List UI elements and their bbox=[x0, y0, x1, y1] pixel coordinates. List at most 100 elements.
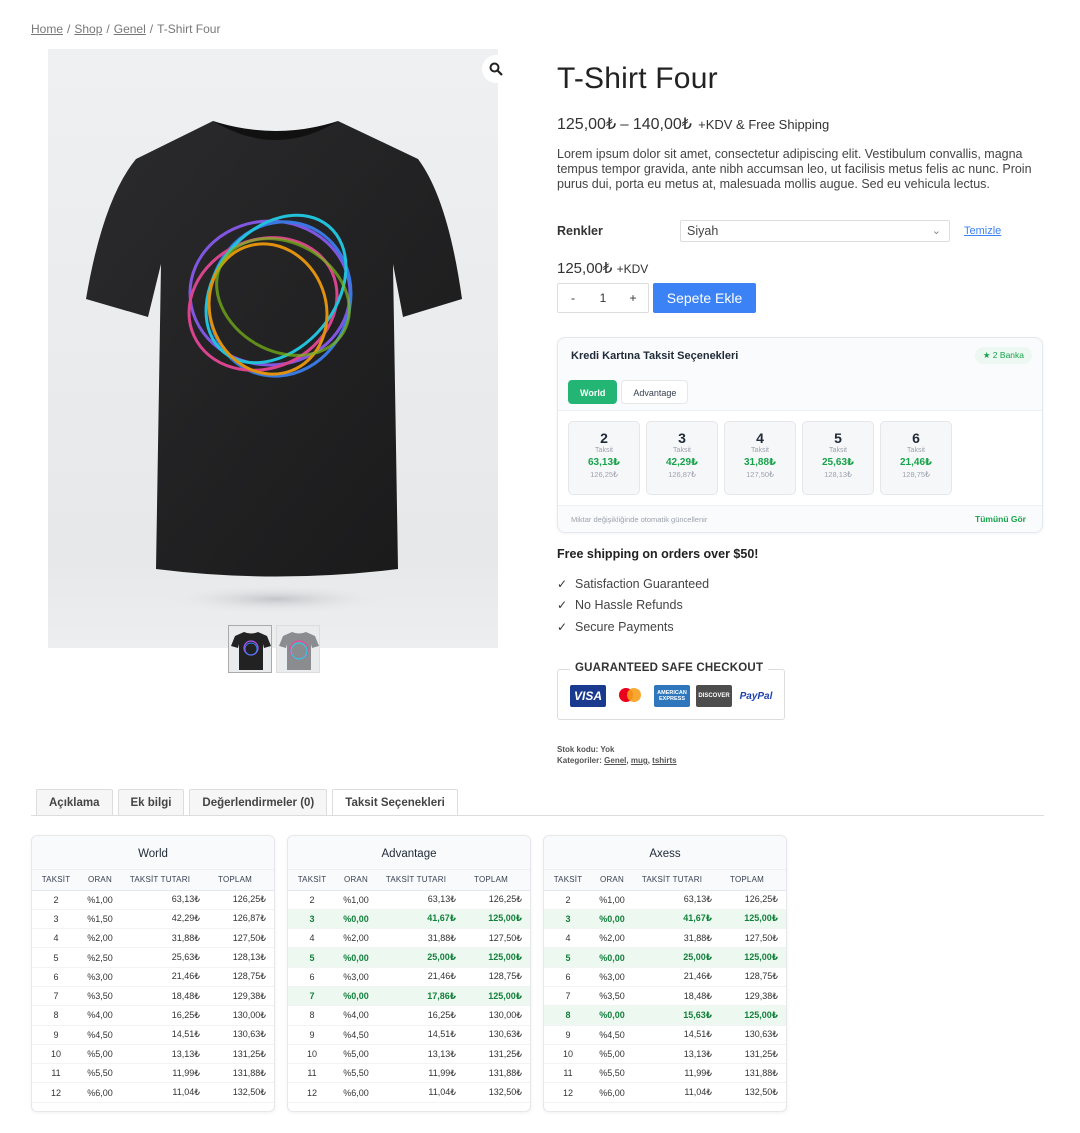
table-cell: 7 bbox=[32, 986, 80, 1007]
table-row: 11 %5,50 11,99₺ 131,88₺ bbox=[544, 1063, 786, 1084]
table-row: 10 %5,00 13,13₺ 131,25₺ bbox=[32, 1044, 274, 1065]
table-cell: %4,00 bbox=[336, 1005, 376, 1026]
chevron-down-icon: ⌄ bbox=[931, 225, 941, 237]
table-cell: %4,50 bbox=[336, 1025, 376, 1045]
table-cell: 13,13₺ bbox=[632, 1044, 716, 1065]
breadcrumb-genel-link[interactable]: Genel bbox=[114, 22, 146, 36]
breadcrumb: Home / Shop / Genel / T-Shirt Four bbox=[31, 22, 220, 36]
table-cell: 2 bbox=[288, 890, 336, 910]
table-row: 9 %4,50 14,51₺ 130,63₺ bbox=[544, 1025, 786, 1045]
installment-table: TAKSİT ORAN TAKSİT TUTARI TOPLAM 2 %1,00 63,13… bbox=[32, 870, 274, 1103]
product-tabs: Açıklama Ek bilgi Değerlendirmeler (0) T… bbox=[36, 789, 458, 816]
installment-card[interactable]: 6 Taksit 21,46₺ 128,75₺ bbox=[880, 421, 952, 495]
table-cell: 126,87₺ bbox=[204, 909, 274, 930]
table-cell: 130,00₺ bbox=[204, 1005, 274, 1026]
installment-total-amount: 127,50₺ bbox=[746, 470, 774, 479]
category-link-genel[interactable]: Genel bbox=[604, 756, 626, 765]
breadcrumb-home-link[interactable]: Home bbox=[31, 22, 63, 36]
see-all-link[interactable]: Tümünü Gör bbox=[975, 514, 1026, 524]
table-cell: %0,00 bbox=[336, 986, 376, 1007]
table-cell: 21,46₺ bbox=[120, 967, 204, 987]
quantity-minus-button[interactable]: - bbox=[558, 291, 588, 305]
table-cell: %2,00 bbox=[336, 928, 376, 949]
category-link-mug[interactable]: mug bbox=[631, 756, 648, 765]
table-cell: 126,25₺ bbox=[716, 890, 786, 910]
color-select[interactable]: Siyah ⌄ bbox=[680, 220, 950, 242]
table-cell: %3,00 bbox=[80, 967, 120, 987]
installment-unit-label: Taksit bbox=[595, 447, 613, 454]
table-cell: 125,00₺ bbox=[716, 909, 786, 930]
table-header: TAKSİT bbox=[32, 870, 80, 891]
tab-reviews[interactable]: Değerlendirmeler (0) bbox=[189, 789, 328, 815]
table-row: 5 %0,00 25,00₺ 125,00₺ bbox=[288, 947, 530, 968]
table-cell: 3 bbox=[32, 909, 80, 930]
installment-card[interactable]: 4 Taksit 31,88₺ 127,50₺ bbox=[724, 421, 796, 495]
installment-card[interactable]: 5 Taksit 25,63₺ 128,13₺ bbox=[802, 421, 874, 495]
table-row: 11 %5,50 11,99₺ 131,88₺ bbox=[32, 1063, 274, 1084]
table-cell: %0,00 bbox=[592, 1005, 632, 1026]
table-cell: 128,75₺ bbox=[716, 967, 786, 987]
tab-installments[interactable]: Taksit Seçenekleri bbox=[332, 789, 458, 816]
categories-line: Kategoriler: Genel, mug, tshirts bbox=[557, 756, 677, 765]
table-cell: 125,00₺ bbox=[460, 986, 530, 1007]
table-header: TAKSİT bbox=[544, 870, 592, 891]
product-main-image[interactable] bbox=[48, 49, 498, 648]
tab-description[interactable]: Açıklama bbox=[36, 789, 113, 815]
table-cell: 16,25₺ bbox=[376, 1005, 460, 1026]
table-row: 7 %3,50 18,48₺ 129,38₺ bbox=[544, 986, 786, 1007]
feature-item: ✓ Secure Payments bbox=[557, 620, 674, 634]
add-to-cart-button[interactable]: Sepete Ekle bbox=[653, 283, 756, 313]
quantity-input[interactable]: 1 bbox=[588, 291, 618, 305]
table-cell: 127,50₺ bbox=[460, 928, 530, 949]
table-cell: 125,00₺ bbox=[460, 909, 530, 930]
table-cell: 4 bbox=[32, 928, 80, 949]
bank-name: Advantage bbox=[288, 836, 530, 870]
variation-price-suffix: +KDV bbox=[616, 262, 649, 276]
installment-tab-advantage[interactable]: Advantage bbox=[621, 380, 689, 404]
table-cell: 31,88₺ bbox=[376, 928, 460, 949]
table-cell: 128,75₺ bbox=[204, 967, 274, 987]
price-min: 125,00₺ bbox=[557, 116, 617, 133]
installment-footer-note: Miktar değişikliğinde otomatik güncellen… bbox=[571, 515, 708, 524]
thumbnail-grey[interactable] bbox=[276, 625, 320, 673]
breadcrumb-separator: / bbox=[67, 22, 71, 36]
table-row: 6 %3,00 21,46₺ 128,75₺ bbox=[544, 967, 786, 987]
visa-icon: VISA bbox=[570, 685, 606, 707]
check-icon: ✓ bbox=[557, 620, 568, 634]
tab-additional-info[interactable]: Ek bilgi bbox=[117, 789, 185, 815]
tshirt-illustration bbox=[86, 121, 462, 613]
table-cell: 14,51₺ bbox=[376, 1025, 460, 1045]
table-cell: 5 bbox=[32, 947, 80, 968]
installment-card[interactable]: 2 Taksit 63,13₺ 126,25₺ bbox=[568, 421, 640, 495]
price-max: 140,00₺ bbox=[632, 116, 692, 133]
table-cell: 12 bbox=[544, 1082, 592, 1103]
table-cell: 11 bbox=[544, 1063, 592, 1084]
installment-tab-world[interactable]: World bbox=[568, 380, 618, 404]
installment-card[interactable]: 3 Taksit 42,29₺ 126,87₺ bbox=[646, 421, 718, 495]
installment-table: TAKSİT ORAN TAKSİT TUTARI TOPLAM 2 %1,00 63,13… bbox=[544, 870, 786, 1103]
installment-bank-tabs: World Advantage bbox=[568, 380, 689, 404]
table-cell: 13,13₺ bbox=[120, 1044, 204, 1065]
quantity-plus-button[interactable]: + bbox=[618, 291, 648, 305]
table-cell: 131,25₺ bbox=[716, 1044, 786, 1065]
clear-variation-link[interactable]: Temizle bbox=[964, 225, 1001, 237]
table-cell: 130,63₺ bbox=[204, 1025, 274, 1045]
zoom-button[interactable] bbox=[482, 55, 510, 83]
table-cell: 14,51₺ bbox=[120, 1025, 204, 1045]
sku-value: Yok bbox=[600, 745, 615, 754]
table-cell: 126,25₺ bbox=[204, 890, 274, 910]
table-cell: 12 bbox=[288, 1082, 336, 1103]
table-cell: 131,88₺ bbox=[716, 1063, 786, 1084]
table-cell: 6 bbox=[288, 967, 336, 987]
installment-count: 4 bbox=[756, 430, 764, 446]
category-link-tshirts[interactable]: tshirts bbox=[652, 756, 676, 765]
table-cell: 31,88₺ bbox=[632, 928, 716, 949]
thumbnail-black[interactable] bbox=[228, 625, 272, 673]
table-cell: 11,99₺ bbox=[120, 1063, 204, 1084]
bank-installment-table: Advantage TAKSİT ORAN TAKSİT TUTARI TOPLAM 2%… bbox=[287, 835, 531, 1112]
table-row: 7 %0,00 17,86₺ 125,00₺ bbox=[288, 986, 530, 1007]
table-cell: 4 bbox=[288, 928, 336, 949]
table-cell: 127,50₺ bbox=[204, 928, 274, 949]
free-shipping-note: Free shipping on orders over $50! bbox=[557, 547, 759, 561]
breadcrumb-shop-link[interactable]: Shop bbox=[74, 22, 102, 36]
